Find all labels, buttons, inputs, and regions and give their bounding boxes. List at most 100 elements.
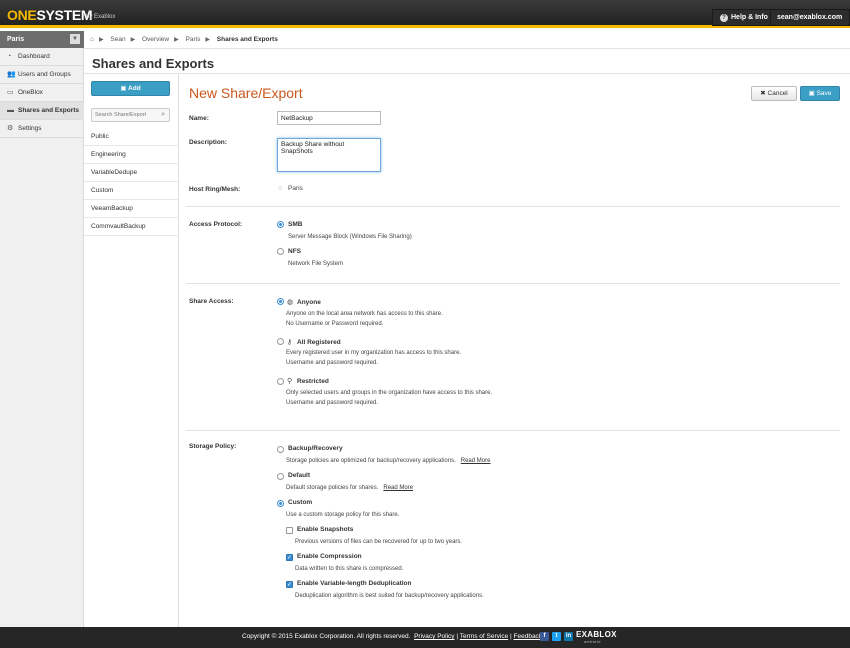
restricted-user-icon: ⚲ [287,378,293,385]
top-bar: ONESYSTEM by Exablox ? Help & Info sean@e… [0,0,850,36]
access-anyone-radio[interactable] [277,298,284,305]
list-item[interactable]: CommvaultBackup [84,218,178,236]
breadcrumb: ⌂ ▶ Sean ▶ Overview ▶ Paris ▶ Shares and Exp… [84,31,850,49]
form-title: New Share/Export [189,85,303,101]
sidebar-item-settings[interactable]: ⚙ Settings [0,120,84,138]
help-button[interactable]: ? Help & Info [712,9,776,26]
share-access-label: Share Access: [189,298,234,305]
nfs-title: NFS [288,248,301,255]
access-registered-radio[interactable] [277,338,284,345]
oneblox-icon: ▭ [7,89,14,96]
compression-checkbox[interactable]: ✓ [286,554,293,561]
host-value: ◌ Paris [278,185,303,192]
access-restricted-title: ⚲ Restricted [287,378,329,385]
sidebar-item-oneblox[interactable]: ▭ OneBlox [0,84,84,102]
facebook-icon[interactable]: f [540,632,549,641]
breadcrumb-separator-icon: ▶ [130,37,136,43]
divider [186,206,840,207]
access-restricted-radio[interactable] [277,378,284,385]
read-more-link[interactable]: Read More [383,485,413,491]
access-anyone-desc: Anyone on the local area network has acc… [286,311,443,317]
dashboard-icon: ◔ [7,53,12,60]
sidebar-item-shares-and-exports[interactable]: ▬ Shares and Exports [0,102,84,120]
add-share-button[interactable]: ▣ Add [91,81,170,96]
location-select[interactable]: Paris ▼ [0,31,84,48]
access-registered-title: ⚷ All Registered [287,339,341,346]
nfs-radio[interactable] [277,248,284,255]
snapshots-checkbox[interactable] [286,527,293,534]
access-registered-desc2: Username and password required. [286,360,379,366]
linkedin-icon[interactable]: in [564,632,573,641]
users-icon: 👥 [7,71,16,78]
logo-by-text: by Exablox [86,14,116,20]
exablox-logo[interactable]: EXABLOX [576,630,617,639]
breadcrumb-item-overview[interactable]: Overview [142,36,169,43]
host-label: Host Ring/Mesh: [189,186,241,193]
snapshots-desc: Previous versions of files can be recove… [295,539,463,545]
privacy-policy-link[interactable]: Privacy Policy [414,633,454,640]
policy-default-desc: Default storage policies for shares. Read… [286,485,414,491]
onesystem-logo[interactable]: ONESYSTEM [7,7,93,23]
dedup-desc: Deduplication algorithm is best suited f… [295,593,484,599]
sidebar-item-users-and-groups[interactable]: 👥 Users and Groups [0,66,84,84]
breadcrumb-item-paris[interactable]: Paris [186,36,201,43]
access-anyone-desc2: No Username or Password required. [286,321,384,327]
policy-custom-radio[interactable] [277,500,284,507]
compression-desc: Data written to this share is compressed… [295,566,404,572]
storage-policy-label: Storage Policy: [189,443,237,450]
policy-backup-desc: Storage policies are optimized for backu… [286,458,491,464]
twitter-icon[interactable]: t [552,632,561,641]
globe-icon: ◍ [287,299,294,306]
save-icon: ▣ [808,90,817,97]
list-item[interactable]: Engineering [84,146,178,164]
key-icon: ⚷ [287,339,293,346]
access-registered-desc: Every registered user in my organization… [286,350,462,356]
breadcrumb-separator-icon: ▶ [98,37,104,43]
access-anyone-title: ◍ Anyone [287,299,321,306]
folder-icon: ▬ [7,107,14,114]
breadcrumb-item-sean[interactable]: Sean [110,36,125,43]
search-input[interactable] [92,109,156,121]
list-item[interactable]: Public [84,128,178,146]
policy-default-radio[interactable] [277,473,284,480]
list-item[interactable]: Custom [84,182,178,200]
breadcrumb-separator-icon: ▶ [174,37,179,43]
nfs-description: Network File System [288,261,344,267]
smb-radio[interactable] [277,221,284,228]
share-list-panel: ▣ Add ⌕ Public Engineering VariableDedup… [84,74,179,627]
footer: Copyright © 2015 Exablox Corporation. Al… [0,627,850,648]
read-more-link[interactable]: Read More [461,458,491,464]
policy-backup-title: Backup/Recovery [288,445,343,452]
sidebar-nav: ◔ Dashboard 👥 Users and Groups ▭ OneBlox ▬ S… [0,48,84,138]
access-restricted-desc: Only selected users and groups in the or… [286,390,493,396]
breadcrumb-separator-icon: ▶ [205,37,210,43]
list-item[interactable]: VariableDedupe [84,164,178,182]
user-menu-button[interactable]: sean@exablox.com ▾ [770,9,850,36]
gear-icon: ⚙ [7,125,14,132]
policy-custom-title: Custom [288,499,313,506]
name-label: Name: [189,115,209,122]
policy-default-title: Default [288,472,311,479]
description-label: Description: [189,139,227,146]
description-field[interactable]: Backup Share without SnapShots [277,138,381,172]
policy-backup-radio[interactable] [277,446,284,453]
access-protocol-label: Access Protocol: [189,221,243,228]
policy-custom-desc: Use a custom storage policy for this sha… [286,512,400,518]
snapshots-title: Enable Snapshots [297,526,354,533]
name-field[interactable] [277,111,381,125]
sidebar: Paris ▼ ◔ Dashboard 👥 Users and Groups ▭ On… [0,31,84,627]
search-icon[interactable]: ⌕ [161,111,165,119]
breadcrumb-item-current: Shares and Exports [216,36,278,43]
feedback-link[interactable]: Feedback [514,633,543,640]
home-icon[interactable]: ⌂ [90,36,94,43]
cancel-button[interactable]: ✖ Cancel [751,86,797,101]
list-item[interactable]: VeeamBackup [84,200,178,218]
access-restricted-desc2: Username and password required. [286,400,379,406]
share-list: Public Engineering VariableDedupe Custom… [84,128,178,236]
terms-of-service-link[interactable]: Terms of Service [460,633,508,640]
sidebar-item-dashboard[interactable]: ◔ Dashboard [0,48,84,66]
save-button[interactable]: ▣ Save [800,86,840,101]
divider [84,73,850,74]
chevron-down-icon: ▼ [70,34,80,44]
dedup-checkbox[interactable]: ✓ [286,581,293,588]
